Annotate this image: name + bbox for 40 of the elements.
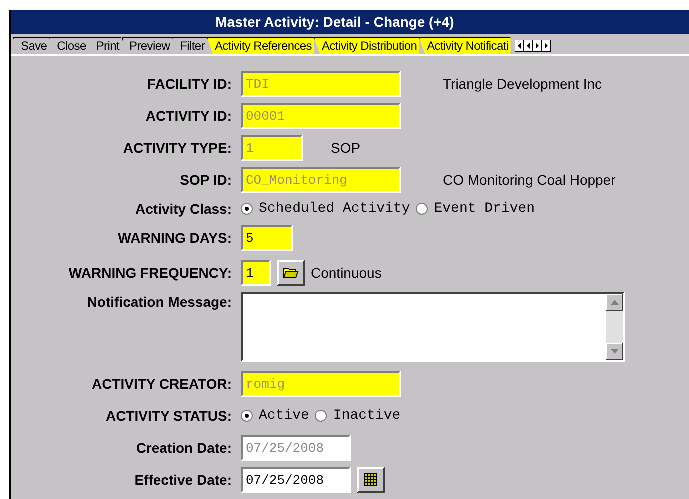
- field-label: ACTIVITY CREATOR:: [90, 376, 232, 392]
- field-label: Notification Message:: [86, 293, 232, 310]
- radio-button[interactable]: [241, 203, 253, 215]
- radio-option[interactable]: Active: [241, 408, 310, 424]
- field-label: ACTIVITY ID:: [144, 108, 232, 124]
- description-text: Continuous: [311, 265, 382, 281]
- scroll-arrow-icon[interactable]: [514, 40, 524, 52]
- input-field[interactable]: 07/25/2008: [241, 467, 351, 493]
- description-text: Triangle Development Inc: [443, 76, 602, 92]
- field-label: SOP ID:: [179, 172, 232, 188]
- field-label: ACTIVITY STATUS:: [105, 408, 232, 424]
- field-label: ACTIVITY TYPE:: [122, 140, 232, 156]
- field-label: Effective Date:: [134, 472, 232, 488]
- radio-button[interactable]: [241, 410, 253, 422]
- scrollbar[interactable]: [606, 294, 623, 360]
- radio-button[interactable]: [416, 203, 428, 215]
- input-field[interactable]: 5: [241, 225, 293, 251]
- toolbar-tab[interactable]: Activity References: [207, 37, 314, 54]
- description-text: SOP: [331, 140, 361, 156]
- description-text: CO Monitoring Coal Hopper: [443, 172, 616, 188]
- toolbar-tab[interactable]: Activity Distribution: [314, 37, 420, 54]
- radio-option[interactable]: Inactive: [315, 408, 401, 424]
- field-label: Creation Date:: [135, 440, 232, 456]
- calendar-icon: [364, 473, 378, 487]
- message-textarea[interactable]: [241, 292, 625, 362]
- lookup-button[interactable]: [277, 260, 305, 286]
- field-label: Activity Class:: [134, 201, 232, 217]
- field-label: WARNING FREQUENCY:: [68, 265, 232, 281]
- folder-icon: [283, 266, 299, 280]
- scroll-up-icon[interactable]: [606, 294, 623, 311]
- field-label: FACILITY ID:: [146, 76, 232, 92]
- field-label: WARNING DAYS:: [117, 230, 232, 246]
- radio-option[interactable]: Event Driven: [416, 201, 536, 217]
- scroll-down-icon[interactable]: [606, 343, 623, 360]
- toolbar-tab[interactable]: Activity Notificati: [419, 37, 511, 54]
- radio-button[interactable]: [315, 410, 328, 422]
- window-title: Master Activity: Detail - Change (+4): [216, 14, 454, 30]
- calendar-button[interactable]: [357, 467, 385, 493]
- radio-option[interactable]: Scheduled Activity: [241, 201, 410, 217]
- input-field[interactable]: 1: [241, 260, 271, 286]
